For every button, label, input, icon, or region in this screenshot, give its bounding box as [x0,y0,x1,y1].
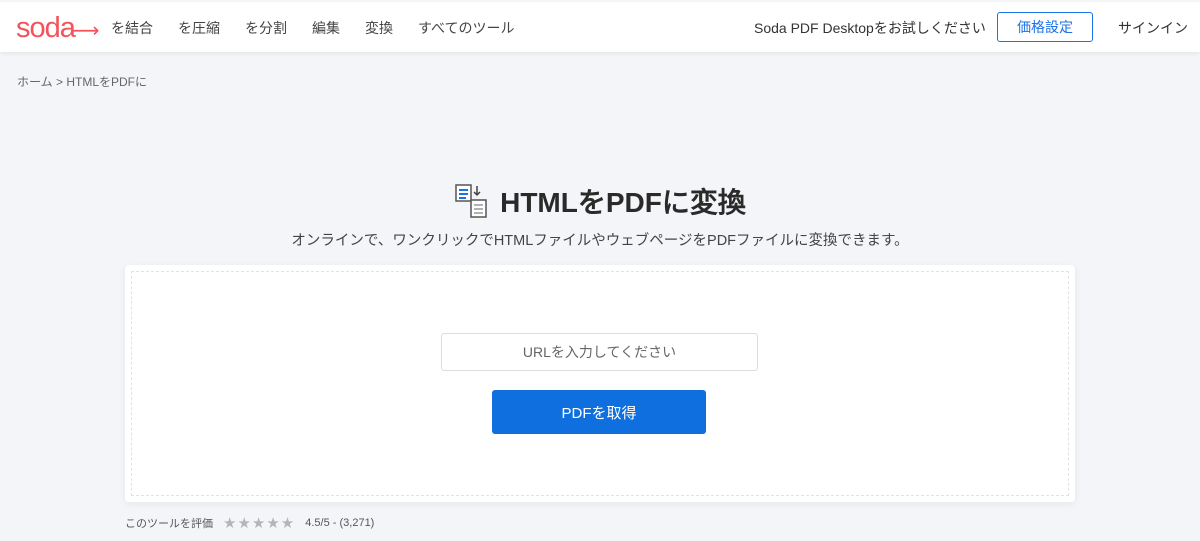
nav-split[interactable]: を分割 [245,18,287,38]
nav-edit[interactable]: 編集 [312,18,340,38]
main-nav: を結合 を圧縮 を分割 編集 変換 すべてのツール [111,18,539,38]
nav-convert[interactable]: 変換 [365,18,393,38]
page-title: HTMLをPDFに変換 [500,187,746,218]
signin-link[interactable]: サインイン [1118,18,1188,38]
breadcrumb-home[interactable]: ホーム [17,75,53,89]
nav-merge[interactable]: を結合 [111,18,153,38]
breadcrumb: ホーム > HTMLをPDFに [17,73,147,90]
drop-zone [131,271,1069,496]
rating-value: 4.5/5 - (3,271) [305,517,375,529]
breadcrumb-current: HTMLをPDFに [66,75,148,89]
nav-compress[interactable]: を圧縮 [178,18,220,38]
get-pdf-button[interactable]: PDFを取得 [492,390,706,434]
breadcrumb-separator: > [55,75,63,89]
nav-all-tools[interactable]: すべてのツール [418,18,514,38]
rating-label: このツールを評価 [125,518,213,530]
logo-text: soda [16,12,76,44]
html-to-pdf-icon [455,184,487,218]
page-subtitle: オンラインで、ワンクリックでHTMLファイルやウェブページをPDFファイルに変換… [291,233,909,249]
url-input[interactable] [441,333,758,371]
soda-logo[interactable]: soda⟶ [16,12,100,45]
star-rating-input[interactable]: ★★★★★ [223,514,295,532]
rating: このツールを評価 ★★★★★ 4.5/5 - (3,271) [125,514,374,532]
pricing-button[interactable]: 価格設定 [997,12,1093,42]
converter-card: PDFを取得 [125,265,1075,502]
header: soda⟶ を結合 を圧縮 を分割 編集 変換 すべてのツール Soda PDF… [0,2,1200,52]
arrow-icon: ⟶ [70,20,100,42]
page-title-row: HTMLをPDFに変換 [0,181,1200,221]
try-desktop-link[interactable]: Soda PDF Desktopをお試しください [754,18,986,38]
